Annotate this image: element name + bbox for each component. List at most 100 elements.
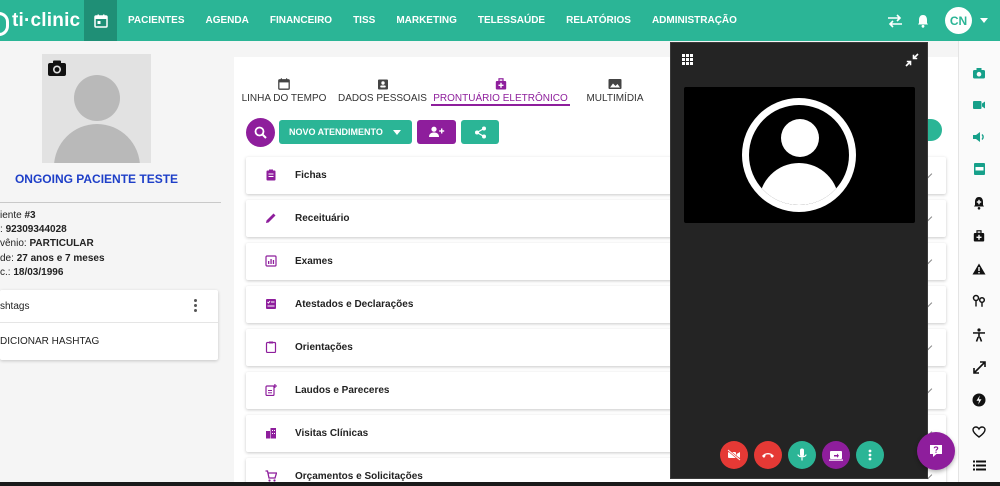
- video-call-panel: [670, 42, 928, 479]
- cart-icon: [265, 470, 277, 482]
- accessibility-icon[interactable]: [971, 327, 987, 343]
- end-call-button[interactable]: [754, 441, 782, 469]
- minimize-icon[interactable]: [905, 53, 919, 67]
- medical-bag-icon: [495, 78, 506, 90]
- gender-icon[interactable]: [971, 293, 987, 309]
- more-vert-icon: [868, 449, 872, 461]
- patient-field-age: de: 27 anos e 7 meses: [0, 253, 105, 264]
- tab-timeline[interactable]: LINHA DO TEMPO: [234, 64, 334, 104]
- checklist-icon: [266, 299, 276, 309]
- share-icon: [474, 126, 486, 138]
- nav-financeiro[interactable]: FINANCEIRO: [270, 15, 332, 26]
- help-icon: [930, 445, 942, 457]
- field-value: #3: [24, 210, 36, 221]
- brand-logo[interactable]: ti·clinic: [0, 0, 84, 41]
- flash-icon[interactable]: [971, 392, 987, 408]
- more-options-button[interactable]: [856, 441, 884, 469]
- add-user-icon: [429, 126, 445, 137]
- new-visit-label: NOVO ATENDIMENTO: [289, 127, 383, 137]
- bell-plus-icon[interactable]: [971, 195, 987, 211]
- nav-relatorios[interactable]: RELATÓRIOS: [566, 15, 631, 26]
- expand-icon[interactable]: [971, 359, 987, 375]
- add-participant-button[interactable]: [417, 120, 456, 144]
- calendar-icon: [278, 78, 290, 90]
- chevron-down-icon: [392, 129, 401, 135]
- help-button[interactable]: [917, 432, 955, 470]
- camera-icon[interactable]: [971, 65, 987, 81]
- warning-icon[interactable]: [971, 261, 987, 277]
- brand-name: ti·clinic: [12, 9, 81, 31]
- tab-label: MULTIMÍDIA: [586, 93, 644, 104]
- tab-label: PRONTUÁRIO ELETRÔNICO: [433, 93, 568, 104]
- share-button[interactable]: [461, 120, 499, 144]
- screen-share-button[interactable]: [822, 441, 850, 469]
- calendar-button[interactable]: [84, 0, 117, 41]
- patient-name: ONGOING PACIENTE TESTE: [14, 172, 179, 186]
- swap-icon[interactable]: [887, 13, 903, 28]
- tab-multimedia[interactable]: MULTIMÍDIA: [570, 64, 660, 104]
- profile-divider: [0, 202, 221, 203]
- camera-icon[interactable]: [46, 58, 68, 78]
- field-value: 92309344028: [5, 224, 67, 235]
- new-visit-button[interactable]: NOVO ATENDIMENTO: [279, 120, 412, 144]
- nav-telessaude[interactable]: TELESSAÚDE: [478, 15, 545, 26]
- more-vert-icon[interactable]: [194, 299, 198, 314]
- patient-tabs: LINHA DO TEMPO DADOS PESSOAIS PRONTUÁRIO…: [234, 64, 660, 106]
- tab-label: LINHA DO TEMPO: [241, 93, 327, 104]
- building-icon: [266, 428, 276, 439]
- bottom-strip: [0, 482, 1000, 486]
- tab-personal-data[interactable]: DADOS PESSOAIS: [334, 64, 431, 104]
- nav-agenda[interactable]: AGENDA: [206, 15, 249, 26]
- patient-field-birthdate: c.: 18/03/1996: [0, 267, 63, 278]
- nav-marketing[interactable]: MARKETING: [396, 15, 457, 26]
- clipboard-outline-icon: [265, 341, 277, 353]
- remote-video: [684, 87, 915, 223]
- nav-tiss[interactable]: TISS: [353, 15, 375, 26]
- photo-placeholder-body: [54, 124, 140, 163]
- hang-up-icon: [762, 453, 774, 458]
- bell-icon[interactable]: [917, 14, 929, 28]
- field-value: PARTICULAR: [29, 238, 94, 249]
- record-section-label: Laudos e Pareceres: [295, 385, 390, 396]
- hashtags-card: shtags DICIONAR HASHTAG: [0, 290, 218, 360]
- calendar-icon: [93, 14, 108, 28]
- hashtags-header: shtags: [0, 290, 218, 323]
- field-label: de:: [0, 253, 17, 264]
- record-section-label: Visitas Clínicas: [295, 428, 369, 439]
- patient-field-insurance: vênio: PARTICULAR: [0, 238, 94, 249]
- patient-photo[interactable]: [42, 54, 151, 163]
- camera-off-button[interactable]: [720, 441, 748, 469]
- field-value: 27 anos e 7 meses: [16, 253, 105, 264]
- tab-label: DADOS PESSOAIS: [338, 93, 427, 104]
- nav-administracao[interactable]: ADMINISTRAÇÃO: [652, 15, 737, 26]
- search-button[interactable]: [246, 118, 275, 147]
- pencil-icon: [266, 213, 276, 223]
- microphone-icon: [797, 448, 807, 461]
- microphone-button[interactable]: [788, 441, 816, 469]
- field-value: 18/03/1996: [13, 267, 64, 278]
- record-section-label: Fichas: [295, 170, 327, 181]
- grid-view-icon[interactable]: [682, 54, 693, 65]
- list-icon[interactable]: [971, 457, 987, 473]
- nav-pacientes[interactable]: PACIENTES: [128, 15, 185, 26]
- user-avatar[interactable]: CN: [945, 7, 972, 34]
- record-section-label: Atestados e Declarações: [295, 299, 414, 310]
- hashtags-title: shtags: [0, 300, 30, 312]
- add-hashtag-button[interactable]: DICIONAR HASHTAG: [0, 323, 218, 359]
- tab-electronic-record[interactable]: PRONTUÁRIO ELETRÔNICO: [431, 64, 570, 106]
- pdf-file-icon[interactable]: [971, 161, 987, 177]
- field-label: c.:: [0, 267, 14, 278]
- video-camera-icon[interactable]: [971, 97, 987, 113]
- volume-icon[interactable]: [971, 129, 987, 145]
- clipboard-icon: [266, 169, 276, 181]
- main-nav: PACIENTES AGENDA FINANCEIRO TISS MARKETI…: [128, 0, 758, 41]
- screen-share-icon: [829, 450, 843, 461]
- participant-avatar-icon: [742, 98, 856, 212]
- user-menu-caret-icon[interactable]: [980, 18, 988, 23]
- heart-icon[interactable]: [971, 424, 987, 440]
- medical-bag-icon[interactable]: [971, 228, 987, 244]
- right-sidebar: [958, 41, 1000, 486]
- patient-field-id: iente #3: [0, 210, 36, 221]
- field-label: vênio:: [0, 238, 30, 249]
- record-section-label: Orçamentos e Solicitações: [295, 471, 423, 482]
